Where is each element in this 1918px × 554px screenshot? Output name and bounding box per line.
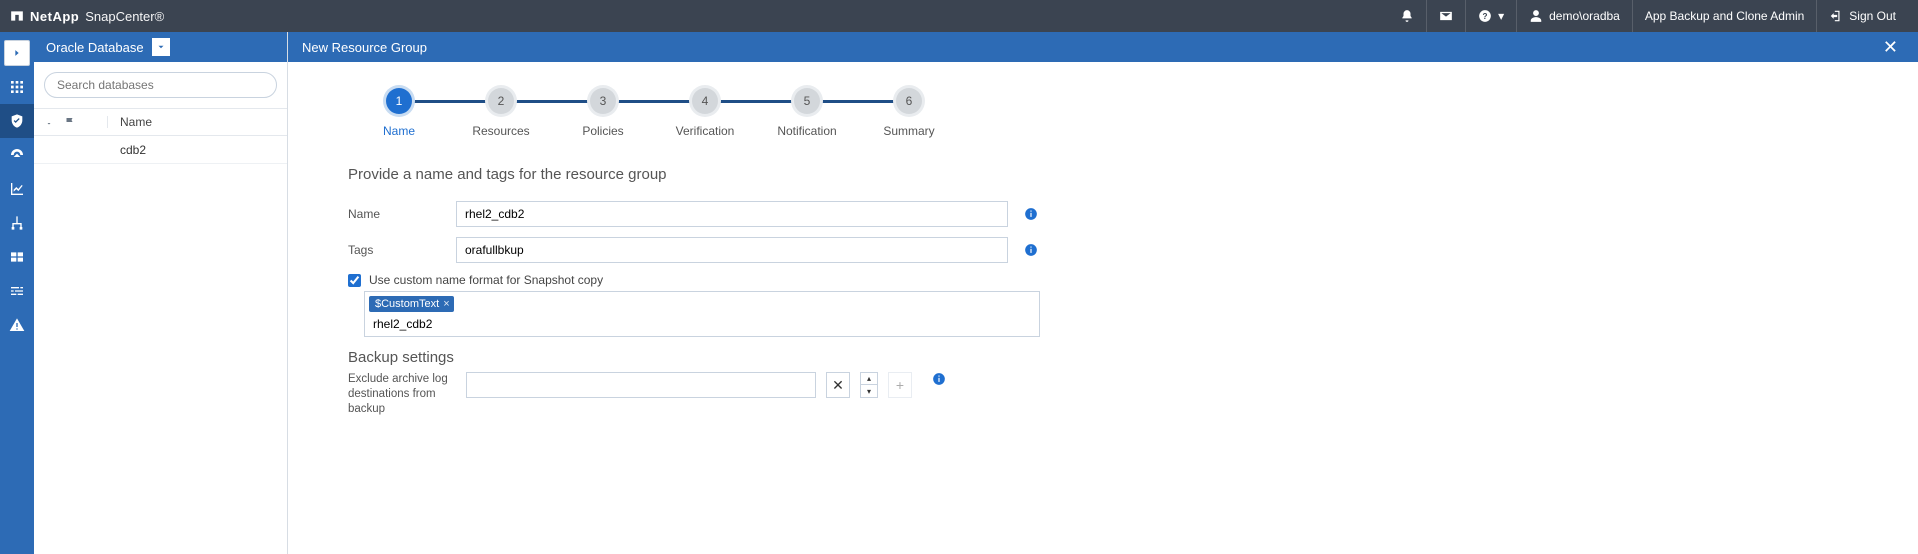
chip-remove-icon[interactable]: × [443, 298, 449, 310]
nav-rail [0, 32, 34, 554]
custom-format-label: Use custom name format for Snapshot copy [369, 273, 603, 287]
nav-hosts[interactable] [0, 206, 34, 240]
step-resources[interactable]: 2 Resources [450, 88, 552, 138]
gauge-icon [9, 147, 25, 163]
signout-label: Sign Out [1849, 9, 1896, 23]
svg-text:?: ? [1483, 12, 1488, 21]
step-notification[interactable]: 5 Notification [756, 88, 858, 138]
step-label: Resources [472, 124, 529, 138]
context-scope-dropdown[interactable] [152, 38, 170, 56]
name-input[interactable] [456, 201, 1008, 227]
role-label-wrap[interactable]: App Backup and Clone Admin [1632, 0, 1816, 32]
messages-button[interactable] [1426, 0, 1465, 32]
help-icon: ? [1478, 9, 1492, 23]
column-name[interactable]: Name [108, 115, 287, 129]
nav-resources[interactable] [0, 104, 34, 138]
caret-down-icon: ▾ [1498, 9, 1504, 23]
tags-label: Tags [348, 243, 456, 257]
spin-down-button[interactable]: ▾ [860, 385, 878, 398]
help-button[interactable]: ? ▾ [1465, 0, 1516, 32]
nav-reports[interactable] [0, 172, 34, 206]
custom-format-checkbox[interactable] [348, 274, 361, 287]
rail-expand-button[interactable] [4, 40, 30, 66]
flag-icon[interactable] [64, 116, 76, 128]
nav-settings[interactable] [0, 274, 34, 308]
search-input[interactable] [44, 72, 277, 98]
role-label: App Backup and Clone Admin [1645, 9, 1804, 23]
nav-monitor[interactable] [0, 138, 34, 172]
exclude-path-input[interactable] [466, 372, 816, 398]
nav-storage[interactable] [0, 240, 34, 274]
info-icon[interactable] [1024, 207, 1038, 221]
sort-icon[interactable] [46, 116, 58, 128]
step-name[interactable]: 1 Name [348, 88, 450, 138]
custom-format-box[interactable]: $CustomText × [364, 291, 1040, 337]
brand-product: SnapCenter® [85, 9, 164, 24]
name-label: Name [348, 207, 456, 221]
brand-vendor: NetApp [30, 9, 79, 24]
step-label: Summary [883, 124, 934, 138]
wizard-title: New Resource Group [302, 40, 427, 55]
alert-icon [9, 317, 25, 333]
add-path-button[interactable]: + [888, 372, 912, 398]
step-label: Name [383, 124, 415, 138]
topology-icon [9, 215, 25, 231]
chevron-right-icon [12, 48, 22, 58]
step-bubble: 2 [488, 88, 514, 114]
custom-format-input[interactable] [369, 312, 1035, 336]
netapp-logo-icon [10, 9, 24, 23]
format-chip[interactable]: $CustomText × [369, 296, 454, 312]
info-icon[interactable] [932, 372, 946, 386]
step-bubble: 6 [896, 88, 922, 114]
path-spinner: ▴ ▾ [860, 372, 878, 398]
caret-down-icon [156, 42, 166, 52]
step-bubble: 4 [692, 88, 718, 114]
step-bubble: 5 [794, 88, 820, 114]
signout-icon [1829, 9, 1843, 23]
step-label: Policies [582, 124, 623, 138]
tags-input[interactable] [456, 237, 1008, 263]
database-row[interactable]: cdb2 [34, 136, 287, 164]
context-header: Oracle Database [34, 32, 287, 62]
topbar: NetApp SnapCenter® ? ▾ demo\oradba App B… [0, 0, 1918, 32]
brand: NetApp SnapCenter® [10, 9, 164, 24]
context-table-header: Name [34, 108, 287, 136]
spin-up-button[interactable]: ▴ [860, 372, 878, 385]
bell-icon [1400, 9, 1414, 23]
step-verification[interactable]: 4 Verification [654, 88, 756, 138]
step-label: Verification [676, 124, 735, 138]
nav-dashboard[interactable] [0, 70, 34, 104]
user-icon [1529, 9, 1543, 23]
notifications-button[interactable] [1388, 0, 1426, 32]
user-menu[interactable]: demo\oradba [1516, 0, 1632, 32]
backup-settings-heading: Backup settings [348, 349, 1858, 366]
context-scope-label: Oracle Database [46, 40, 144, 55]
clear-path-button[interactable]: ✕ [826, 372, 850, 398]
section-heading: Provide a name and tags for the resource… [348, 166, 1858, 183]
shield-check-icon [9, 113, 25, 129]
main-header: New Resource Group ✕ [288, 32, 1918, 62]
main-panel: New Resource Group ✕ 1 Name 2 Resources 3 Pol… [288, 32, 1918, 554]
close-button[interactable]: ✕ [1877, 37, 1904, 58]
user-label: demo\oradba [1549, 9, 1620, 23]
database-name: cdb2 [108, 143, 287, 157]
chip-label: $CustomText [375, 298, 439, 310]
mail-icon [1439, 9, 1453, 23]
step-label: Notification [777, 124, 836, 138]
sliders-icon [9, 283, 25, 299]
exclude-label: Exclude archive log destinations from ba… [348, 372, 456, 417]
storage-icon [9, 249, 25, 265]
context-column: Oracle Database Name cdb2 [34, 32, 288, 554]
chart-icon [9, 181, 25, 197]
wizard-stepper: 1 Name 2 Resources 3 Policies 4 Verification 5 No… [348, 88, 1858, 138]
step-bubble: 3 [590, 88, 616, 114]
signout-button[interactable]: Sign Out [1816, 0, 1908, 32]
step-summary[interactable]: 6 Summary [858, 88, 960, 138]
nav-alerts[interactable] [0, 308, 34, 342]
grid-icon [9, 79, 25, 95]
step-policies[interactable]: 3 Policies [552, 88, 654, 138]
step-bubble: 1 [386, 88, 412, 114]
info-icon[interactable] [1024, 243, 1038, 257]
